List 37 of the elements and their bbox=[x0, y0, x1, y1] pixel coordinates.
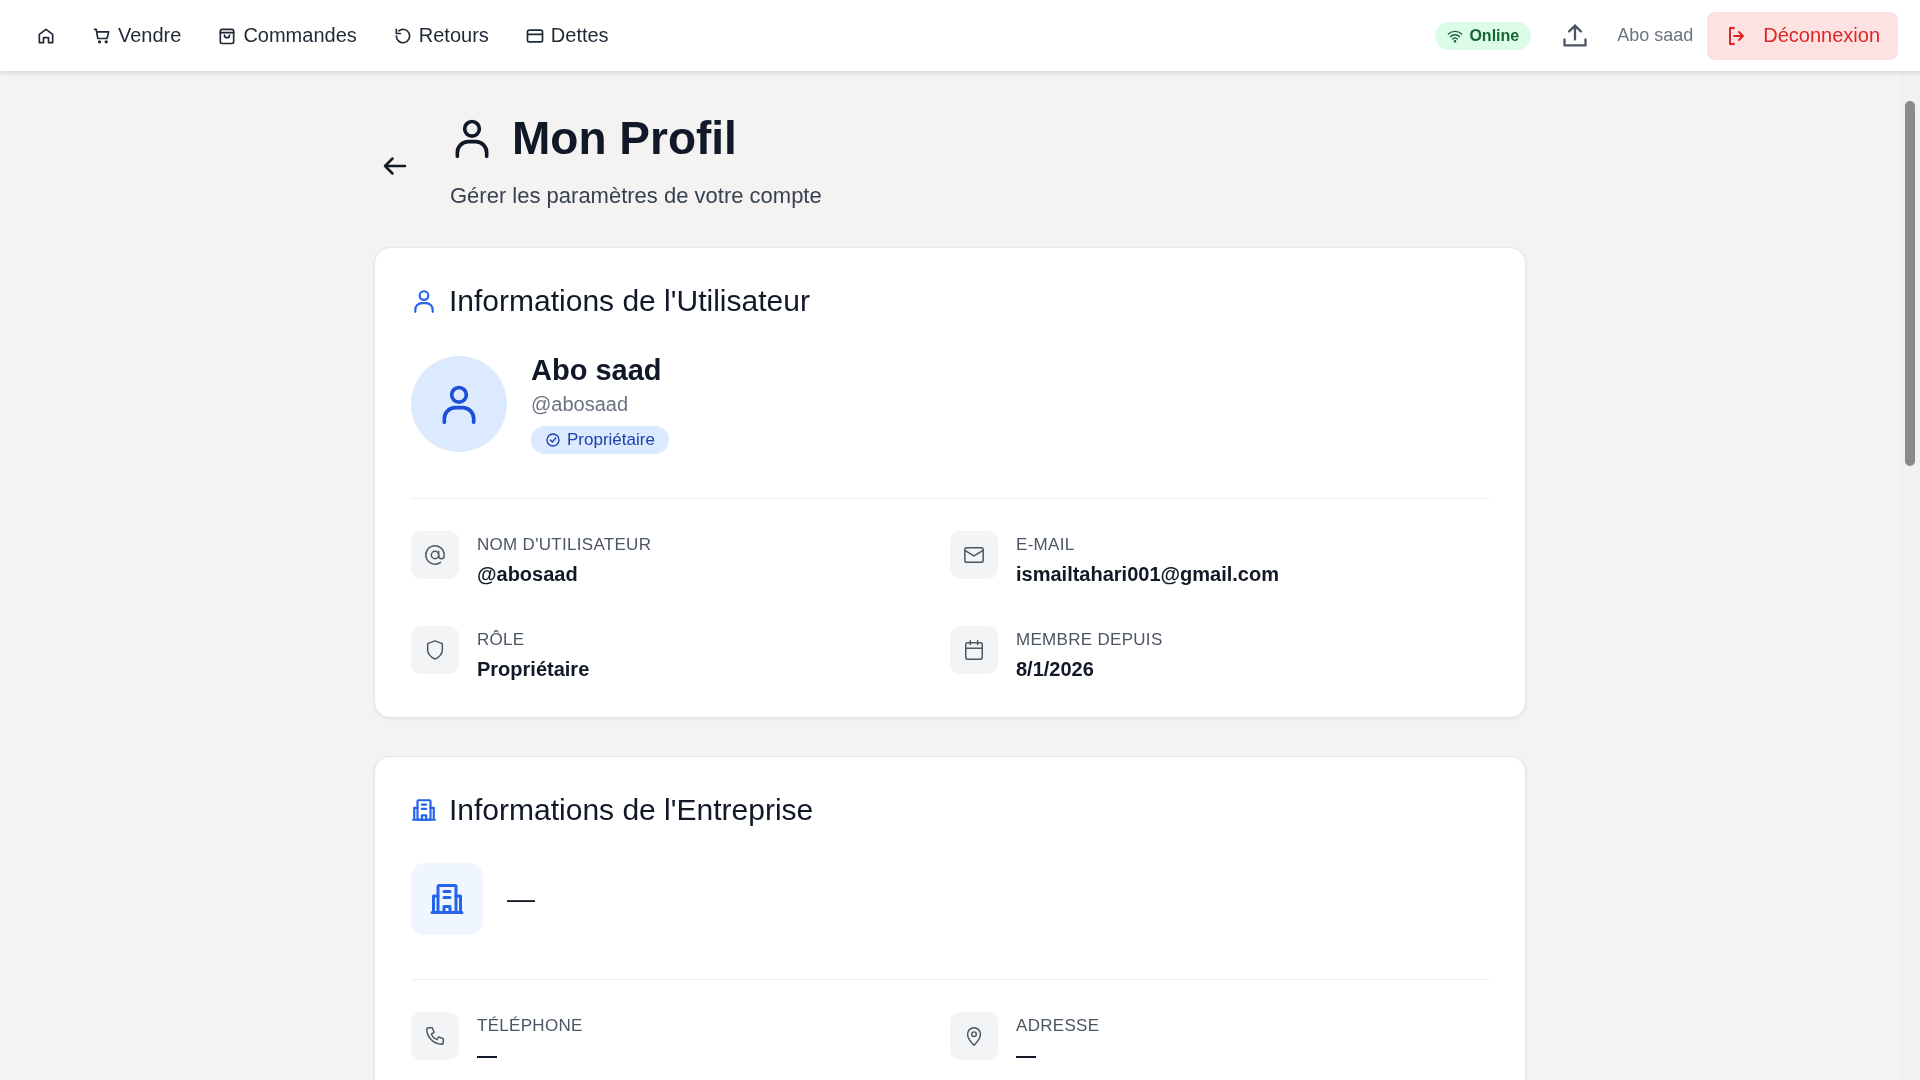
nav-link[interactable]: Retours bbox=[392, 24, 489, 47]
user-name: Abo saad bbox=[531, 354, 663, 387]
building-icon bbox=[411, 797, 437, 823]
field-value: ismailtahari001@gmail.com bbox=[1016, 563, 1279, 586]
user-name: Abo saad bbox=[1617, 25, 1694, 46]
shield-icon bbox=[411, 626, 459, 674]
role-badge: Propriétaire bbox=[531, 426, 669, 454]
online-status-badge: Online bbox=[1435, 21, 1532, 50]
card-title: Informations de l'Entreprise bbox=[449, 793, 814, 827]
field-value: Propriétaire bbox=[477, 658, 590, 681]
field-label: E-MAIL bbox=[1016, 535, 1076, 555]
nav-link[interactable]: Commandes bbox=[217, 24, 357, 47]
field-value: @abosaad bbox=[477, 563, 579, 586]
field-value: — bbox=[1016, 1044, 1037, 1067]
field-value: — bbox=[477, 1044, 498, 1067]
phone-icon bbox=[411, 1012, 459, 1060]
page-title: Mon Profil bbox=[512, 111, 737, 165]
user-icon bbox=[411, 288, 437, 314]
nav-link[interactable]: Dettes bbox=[524, 24, 609, 47]
upload-icon bbox=[1561, 21, 1590, 50]
field-label: MEMBRE DEPUIS bbox=[1016, 630, 1163, 650]
building-icon bbox=[411, 863, 483, 935]
field-label: NOM D'UTILISATEUR bbox=[477, 535, 652, 555]
page-subtitle: Gérer les paramètres de votre compte bbox=[450, 183, 822, 209]
mail-icon bbox=[950, 531, 998, 579]
card-title: Informations de l'Utilisateur bbox=[449, 284, 810, 318]
calendar-icon bbox=[950, 626, 998, 674]
field-label: TÉLÉPHONE bbox=[477, 1016, 583, 1036]
nav-link[interactable]: Vendre bbox=[92, 24, 182, 47]
company-name: — bbox=[507, 883, 535, 915]
logout-button[interactable]: Déconnexion bbox=[1707, 11, 1898, 60]
pin-icon bbox=[950, 1012, 998, 1060]
user-handle: @abosaad bbox=[531, 393, 630, 416]
at-icon bbox=[411, 531, 459, 579]
field-value: 8/1/2026 bbox=[1016, 658, 1095, 681]
field-label: ADRESSE bbox=[1016, 1016, 1100, 1036]
field-label: RÔLE bbox=[477, 630, 526, 650]
